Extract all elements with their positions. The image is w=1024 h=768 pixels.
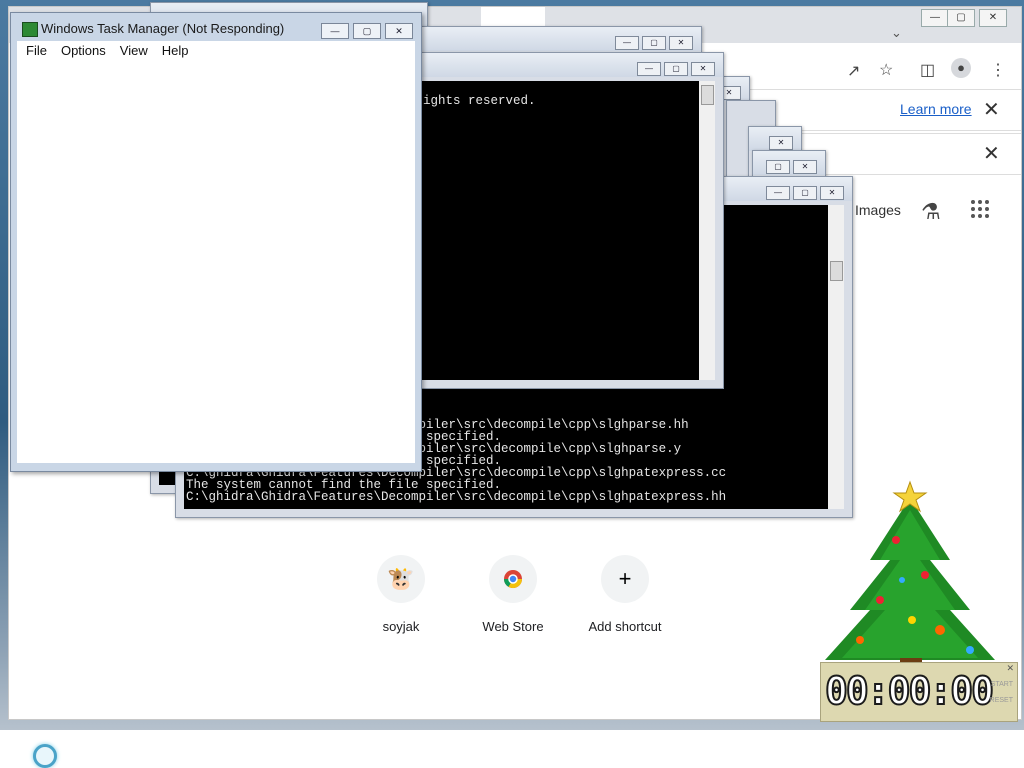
shortcut-label: Add shortcut (588, 619, 662, 634)
minimize-button[interactable]: — (921, 9, 949, 27)
bookmark-star-icon[interactable]: ☆ (879, 60, 893, 80)
close-button[interactable]: ✕ (385, 23, 413, 39)
soyjak-favicon-icon: 🐮 (377, 555, 425, 603)
scrollbar-thumb[interactable] (701, 85, 714, 105)
console-output: (c) Microsoft Corporation. All rights re… (405, 81, 699, 380)
window-title: Windows Task Manager (Not Responding) (41, 21, 285, 36)
maximize-button[interactable]: ▢ (793, 186, 817, 200)
close-icon[interactable]: ✕ (983, 97, 1000, 122)
console-line: C:\ghidra\Ghidra\Features\Decompiler\src… (186, 490, 727, 504)
menu-dots-icon[interactable]: ⋮ (990, 60, 1006, 80)
minimize-button[interactable]: — (615, 36, 639, 50)
timer-display: 00:00:00 (824, 668, 995, 714)
start-button[interactable] (33, 744, 57, 768)
menu-options[interactable]: Options (61, 41, 106, 61)
add-shortcut-tile[interactable]: + Add shortcut (577, 555, 673, 634)
menu-file[interactable]: File (26, 41, 47, 61)
close-button[interactable]: ✕ (669, 36, 693, 50)
share-icon[interactable]: ↗ (847, 61, 860, 81)
maximize-button[interactable]: ▢ (664, 62, 688, 76)
task-manager-content (17, 61, 415, 463)
shortcut-label: Web Store (482, 619, 544, 634)
plus-icon: + (601, 555, 649, 603)
timer-widget[interactable]: 00:00:00 START RESET ✕ (820, 662, 1018, 722)
window-titlebar[interactable]: — ▢ ✕ (401, 27, 701, 51)
minimize-button[interactable]: — (321, 23, 349, 39)
close-button[interactable]: ✕ (769, 136, 793, 150)
taskbar (0, 730, 1024, 768)
minimize-button[interactable]: — (637, 62, 661, 76)
apps-grid-icon[interactable] (971, 200, 991, 220)
close-button[interactable]: ✕ (691, 62, 715, 76)
close-button[interactable]: ✕ (820, 186, 844, 200)
chrome-webstore-icon (489, 555, 537, 603)
menu-bar: File Options View Help (17, 41, 415, 61)
window-titlebar[interactable]: ✕ (749, 127, 801, 151)
menu-help[interactable]: Help (162, 41, 189, 61)
close-button[interactable]: ✕ (793, 160, 817, 174)
minimize-button[interactable]: — (766, 186, 790, 200)
task-manager-icon (22, 22, 38, 37)
side-panel-icon[interactable]: ◫ (920, 60, 935, 80)
close-icon[interactable]: ✕ (983, 141, 1000, 166)
console-line: (c) Microsoft Corporation. All rights re… (405, 94, 536, 108)
task-manager-window[interactable]: Windows Task Manager (Not Responding) — ▢… (10, 12, 422, 472)
learn-more-link[interactable]: Learn more (900, 101, 972, 117)
shortcut-label: soyjak (382, 619, 420, 634)
scrollbar-thumb[interactable] (830, 261, 843, 281)
window-titlebar[interactable]: — ▢ ✕ (405, 53, 723, 77)
vertical-scrollbar[interactable] (828, 205, 844, 509)
maximize-button[interactable]: ▢ (353, 23, 381, 39)
cmd-window[interactable]: —▢✕ (c) Microsoft Corporation. All right… (404, 52, 724, 389)
close-button[interactable]: ✕ (979, 9, 1007, 27)
vertical-scrollbar[interactable] (699, 81, 715, 380)
timer-start-button[interactable]: START (991, 681, 1013, 688)
maximize-button[interactable]: ▢ (642, 36, 666, 50)
timer-reset-button[interactable]: RESET (990, 697, 1013, 704)
shortcut-tile[interactable]: 🐮 soyjak (353, 555, 449, 634)
labs-flask-icon[interactable]: ⚗ (921, 199, 941, 225)
maximize-button[interactable]: ▢ (766, 160, 790, 174)
chevron-down-icon[interactable]: ⌄ (891, 25, 902, 41)
close-icon[interactable]: ✕ (1006, 663, 1014, 674)
images-link[interactable]: Images (855, 202, 901, 218)
profile-avatar-icon[interactable]: ● (951, 58, 971, 78)
shortcut-tile[interactable]: Web Store (465, 555, 561, 634)
menu-view[interactable]: View (120, 41, 148, 61)
maximize-button[interactable]: ▢ (947, 9, 975, 27)
window-titlebar[interactable]: ▢ ✕ (753, 151, 825, 175)
